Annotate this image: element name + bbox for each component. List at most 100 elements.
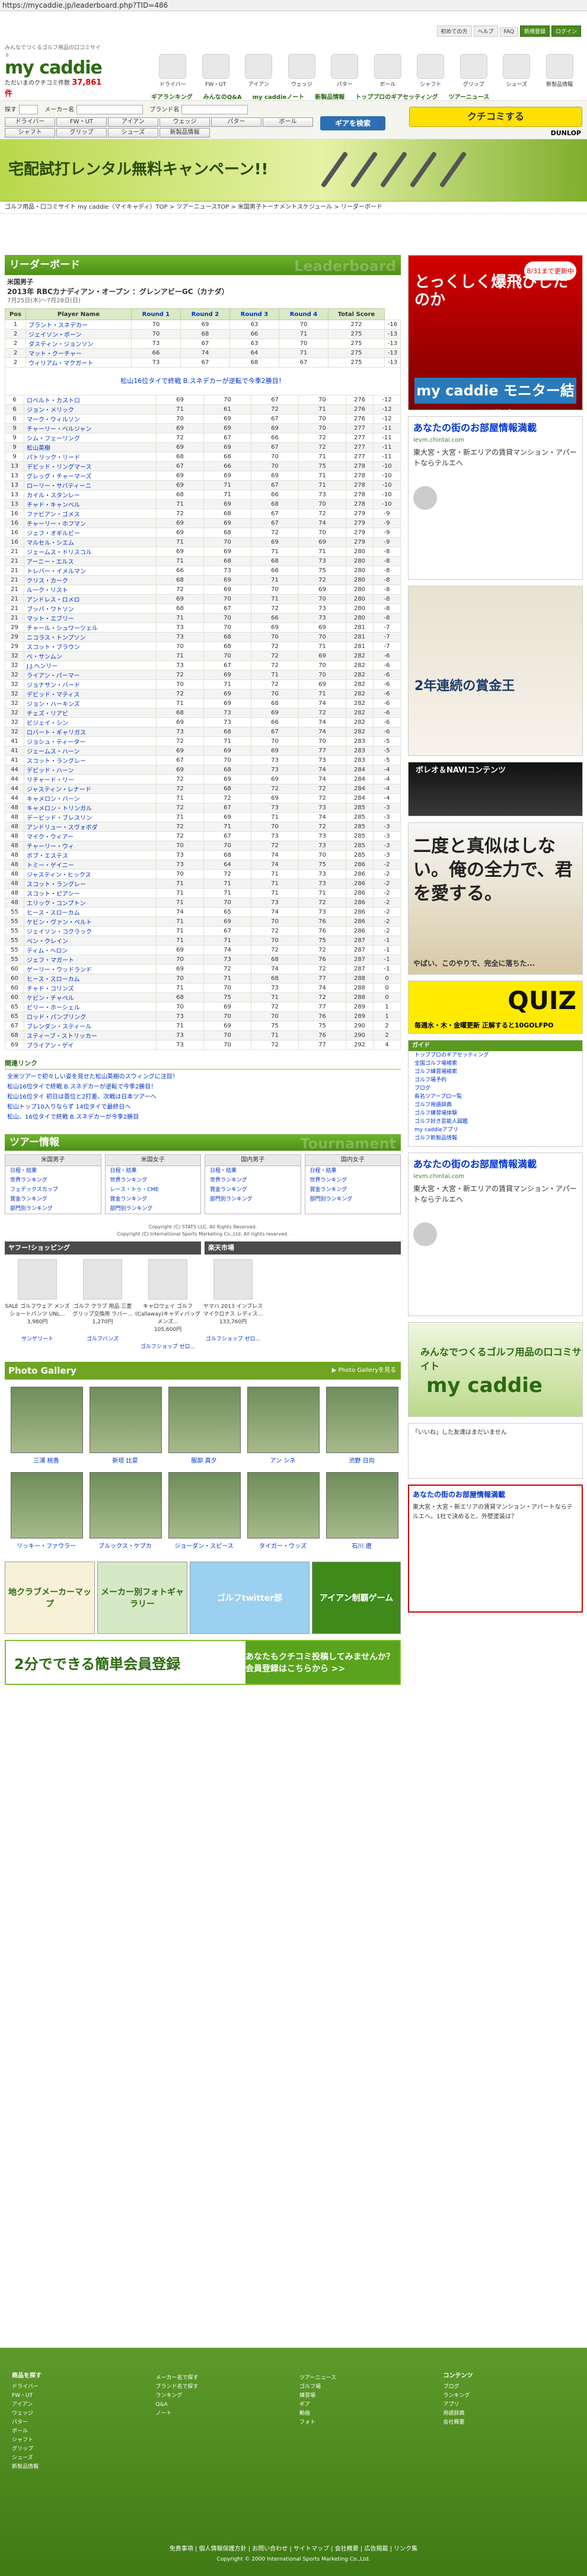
player-name[interactable]: ジェフ・マガート [24, 955, 157, 965]
login-button[interactable]: ログイン [551, 25, 581, 37]
player-name[interactable]: ティム・ヘロン [24, 945, 157, 955]
tour-link[interactable]: 日程・結果 [106, 1166, 201, 1176]
shop-name[interactable]: ゴルフショップ ゼロ... [200, 1335, 266, 1342]
footer-link[interactable]: 用語辞典 [444, 2409, 576, 2418]
product-image[interactable] [213, 1259, 253, 1300]
player-photo-name[interactable]: ジョーダン・スピース [168, 1541, 240, 1550]
topnav-first[interactable]: 初めての方 [436, 25, 472, 37]
footer-link[interactable]: Q&A [156, 2401, 288, 2409]
tour-link[interactable]: 世界ランキング [305, 1176, 401, 1185]
cat-putter[interactable]: パター [211, 117, 261, 127]
footer-link[interactable]: メーカー名で探す [156, 2374, 288, 2383]
player-name[interactable]: チャド・キャンベル [24, 499, 157, 509]
subnav-ranking[interactable]: ギアランキング [151, 92, 193, 101]
guide-link[interactable]: トッププロのギアセッティング [409, 1051, 582, 1059]
player-name[interactable]: チャーリー・ウィ [24, 841, 157, 851]
tour-link[interactable]: 賞金ランキング [305, 1185, 401, 1195]
drama-ad[interactable]: 二度と真似はしない。俺の全力で、君を愛する。 やばい、このやりで、完全に落ちた.… [408, 822, 583, 975]
player-name[interactable]: ジョン・ハーキンズ [24, 698, 157, 708]
footer-link[interactable]: ゴルフ場 [299, 2383, 432, 2392]
player-name[interactable]: トレバー・イメルマン [24, 566, 157, 576]
gnav-putter[interactable]: パター [323, 54, 366, 90]
player-name[interactable]: ジェームス・ドリスコル [24, 547, 157, 557]
player-photo-name[interactable]: 石川 遼 [326, 1541, 397, 1550]
kuchikomi-button[interactable]: クチコミする [409, 107, 582, 127]
player-name[interactable]: マイク・ウィアー [24, 831, 157, 841]
tour-link[interactable]: 世界ランキング [205, 1176, 301, 1185]
breadcrumb[interactable]: ゴルフ用品・口コミサイト my caddie（マイキャディ）TOP > ツアーニ… [0, 202, 587, 214]
gallery-photo[interactable]: 石川 遼 [326, 1472, 398, 1550]
related-link[interactable]: 松山16位タイ 初日は首位と2打差、次戦は日本ツアーへ [5, 1092, 401, 1102]
player-name[interactable]: ロベルト・カストロ [24, 395, 157, 405]
product-image[interactable] [83, 1259, 122, 1300]
subnav-new[interactable]: 新製品情報 [315, 92, 344, 101]
shop-name[interactable]: ゴルフバンズ [70, 1335, 135, 1342]
gnav-ball[interactable]: ボール [366, 54, 410, 90]
arrow-right-icon[interactable] [413, 486, 437, 510]
player-name[interactable]: ビジェイ・シン [24, 717, 157, 727]
tour-link[interactable]: 日程・結果 [5, 1166, 101, 1176]
arrow-right-icon[interactable] [413, 1222, 437, 1246]
tour-column-title[interactable]: 米国女子 [105, 1155, 200, 1166]
player-name[interactable]: ベン・クレイン [24, 936, 157, 946]
player-photo[interactable] [90, 1472, 162, 1538]
footer-link[interactable]: ランキング [444, 2392, 576, 2401]
cat-iron[interactable]: アイアン [108, 117, 158, 127]
gallery-photo[interactable]: リッキー・ファウラー [11, 1472, 83, 1550]
footer-link[interactable]: 練習場 [299, 2392, 432, 2401]
gallery-photo[interactable]: ジョーダン・スピース [168, 1472, 241, 1550]
col-round4[interactable]: Round 4 [279, 308, 328, 320]
gear-search-button[interactable]: ギアを検索 [320, 116, 385, 130]
quiz-banner[interactable]: QUIZ 毎週水・木・金曜更新 正解すると10GOLFPO [408, 981, 583, 1034]
player-name[interactable]: デビッド・マティス [24, 689, 157, 699]
tour-link[interactable]: フェデックスカップ [5, 1185, 101, 1195]
guide-link[interactable]: ゴルフ練習場検索 [409, 1068, 582, 1076]
tour-link[interactable]: 部門別ランキング [106, 1204, 201, 1214]
guide-link[interactable]: ブログ [409, 1084, 582, 1093]
player-photo[interactable] [11, 1387, 83, 1453]
shop-item[interactable]: SALE ゴルフウェア メンズ ショートパンツ UNL... 3,980円 サンゲリ… [5, 1259, 70, 1350]
player-name[interactable]: スコット・ラングレー [24, 755, 157, 765]
product-name[interactable]: キャロウェイ ゴルフ(Callaway)キャディバッグ メンズ... [135, 1302, 200, 1325]
player-name[interactable]: ジョシュ・ティーター [24, 736, 157, 746]
twitter-banner[interactable]: ゴルフtwitter部 [190, 1562, 310, 1634]
gallery-photo[interactable]: ブルックス・ケプカ [90, 1472, 162, 1550]
footer-links[interactable]: 免責事項 | 個人情報保護方針 | お問い合わせ | サイトマップ | 会社概要… [0, 2543, 587, 2552]
tour-link[interactable]: 賞金ランキング [106, 1195, 201, 1204]
gallery-photo[interactable]: タイガー・ウッズ [247, 1472, 320, 1550]
gnav-fw[interactable]: FW・UT [194, 54, 238, 90]
player-name[interactable]: ブッバ・ワトソン [24, 604, 157, 614]
footer-link[interactable]: フォト [299, 2418, 432, 2427]
gallery-photo[interactable]: アン シネ [247, 1387, 320, 1464]
cat-shaft[interactable]: シャフト [5, 128, 55, 138]
player-name[interactable]: デビッド・リングマース [24, 461, 157, 471]
player-name[interactable]: ケビン・ヴァン・ペルト [24, 917, 157, 927]
player-name[interactable]: リチャード・リー [24, 774, 157, 784]
gnav-grip[interactable]: グリップ [452, 54, 496, 90]
shop-item[interactable]: キャロウェイ ゴルフ(Callaway)キャディバッグ メンズ... 105,60… [135, 1259, 200, 1350]
topnav-faq[interactable]: FAQ [499, 27, 518, 37]
footer-link[interactable]: ブログ [444, 2383, 576, 2392]
rakuten-tab[interactable]: 楽天市場 [205, 1241, 401, 1255]
player-name[interactable]: パトリック・リード [24, 452, 157, 462]
player-name[interactable]: ジャスティン・ヒックス [24, 869, 157, 879]
subnav-note[interactable]: my caddieノート [253, 92, 305, 101]
news-link[interactable]: 松山16位タイで終戦 B.スネデカーが逆転で今季2勝目！ [5, 368, 401, 395]
guide-link[interactable]: 全国ゴルフ場検索 [409, 1059, 582, 1068]
gallery-more-link[interactable]: ▶ Photo Galleryを見る [332, 1362, 396, 1380]
player-name[interactable]: スティーブ・ストリッカー [24, 1030, 157, 1040]
player-photo-name[interactable]: ブルックス・ケプカ [90, 1541, 161, 1550]
player-name[interactable]: ブレンダン・スティール [24, 1021, 157, 1031]
guide-link[interactable]: 有名ツアープロ一覧 [409, 1093, 582, 1101]
player-photo[interactable] [326, 1472, 398, 1538]
product-image[interactable] [18, 1259, 57, 1300]
player-name[interactable]: ジェイソン・コクラック [24, 926, 157, 936]
player-photo[interactable] [11, 1472, 83, 1538]
player-name[interactable]: ウィリアム・マクガート [25, 357, 132, 368]
cat-ball[interactable]: ボール [263, 117, 313, 127]
player-photo-name[interactable]: アン シネ [247, 1455, 318, 1464]
gallery-photo[interactable]: 渋野 日向 [326, 1387, 398, 1464]
col-round2[interactable]: Round 2 [180, 308, 230, 320]
player-name[interactable]: ライアン・パーマー [24, 670, 157, 680]
player-name[interactable]: エリック・コンプトン [24, 898, 157, 908]
